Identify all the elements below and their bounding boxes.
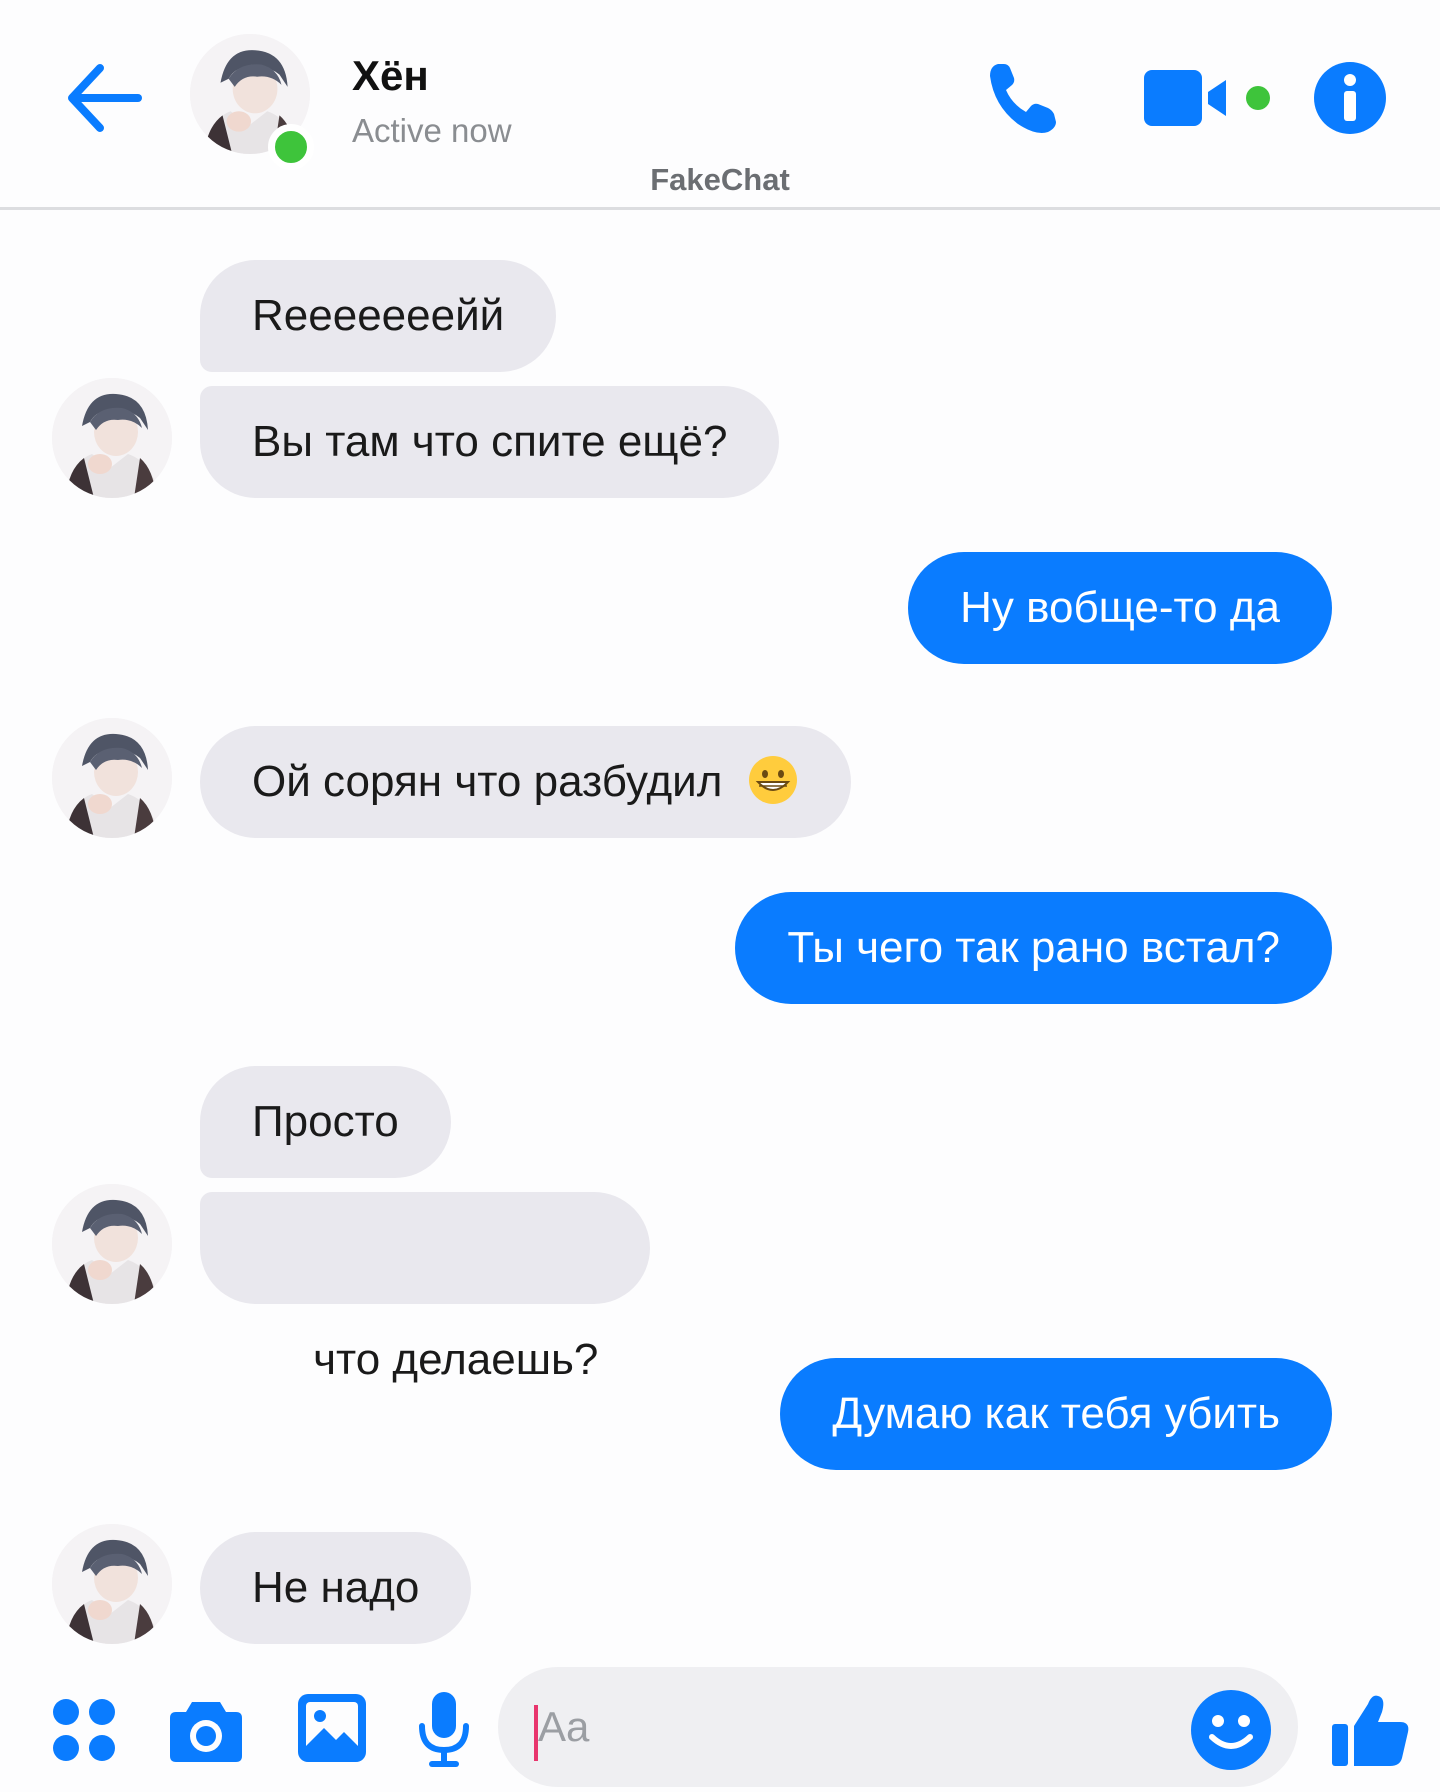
message-text: Reeeeeeeйй [252,291,505,340]
message-text: Вы там что спите ещё? [252,417,728,466]
sender-avatar[interactable] [52,1184,172,1304]
back-button[interactable] [64,52,144,144]
thumbs-up-icon [1332,1695,1409,1766]
message-input-placeholder: Aa [538,1703,590,1750]
outgoing-message[interactable]: Ты чего так рано встал? [735,892,1332,1004]
message-text: что делаешь? [300,1335,599,1384]
info-icon [1314,62,1386,134]
sender-avatar[interactable] [52,718,172,838]
incoming-message[interactable]: что делаешь? [200,1192,651,1384]
incoming-message[interactable]: Ой сорян что разбудил [200,726,851,838]
outgoing-message[interactable]: Думаю как тебя убить [780,1358,1332,1470]
sender-avatar[interactable] [52,378,172,498]
smiley-icon [1191,1690,1271,1770]
chat-header: Хён Active now FakeChat [0,0,1440,210]
sender-avatar[interactable] [52,1524,172,1644]
message-text: Ой сорян что разбудил [252,757,723,806]
message-text: Не надо [252,1563,420,1612]
video-camera-icon [1144,70,1270,126]
message-text: Ну вобще-то да [960,583,1280,632]
incoming-message[interactable]: Просто [200,1066,451,1178]
microphone-icon [419,1692,469,1767]
outgoing-message[interactable]: Ну вобще-то да [908,552,1332,664]
message-composer: Aa [0,1660,1440,1792]
grinning-face-icon [748,756,797,805]
camera-icon [170,1702,242,1762]
incoming-message[interactable]: Reeeeeeeйй [200,260,557,372]
image-icon [298,1694,366,1762]
back-arrow-icon [68,64,142,132]
contact-name[interactable]: Хён [352,52,429,100]
message-input[interactable]: Aa [498,1667,1298,1787]
message-text: Просто [252,1097,399,1146]
brand-watermark: FakeChat [650,162,790,197]
info-button[interactable] [1312,60,1388,136]
apps-grid-icon [53,1699,115,1761]
video-call-button[interactable] [1140,64,1280,134]
emoji-button[interactable] [1190,1689,1272,1771]
apps-button[interactable] [52,1698,116,1762]
gallery-button[interactable] [296,1692,368,1764]
contact-status: Active now [352,112,512,149]
camera-button[interactable] [168,1694,244,1764]
phone-icon [990,64,1056,133]
like-button[interactable] [1330,1690,1412,1770]
incoming-message[interactable]: Не надо [200,1532,472,1644]
incoming-message[interactable]: Вы там что спите ещё? [200,386,780,498]
voice-call-button[interactable] [984,56,1064,136]
voice-message-button[interactable] [416,1690,472,1768]
message-text: Ты чего так рано встал? [787,923,1280,972]
message-text: Думаю как тебя убить [832,1389,1280,1438]
